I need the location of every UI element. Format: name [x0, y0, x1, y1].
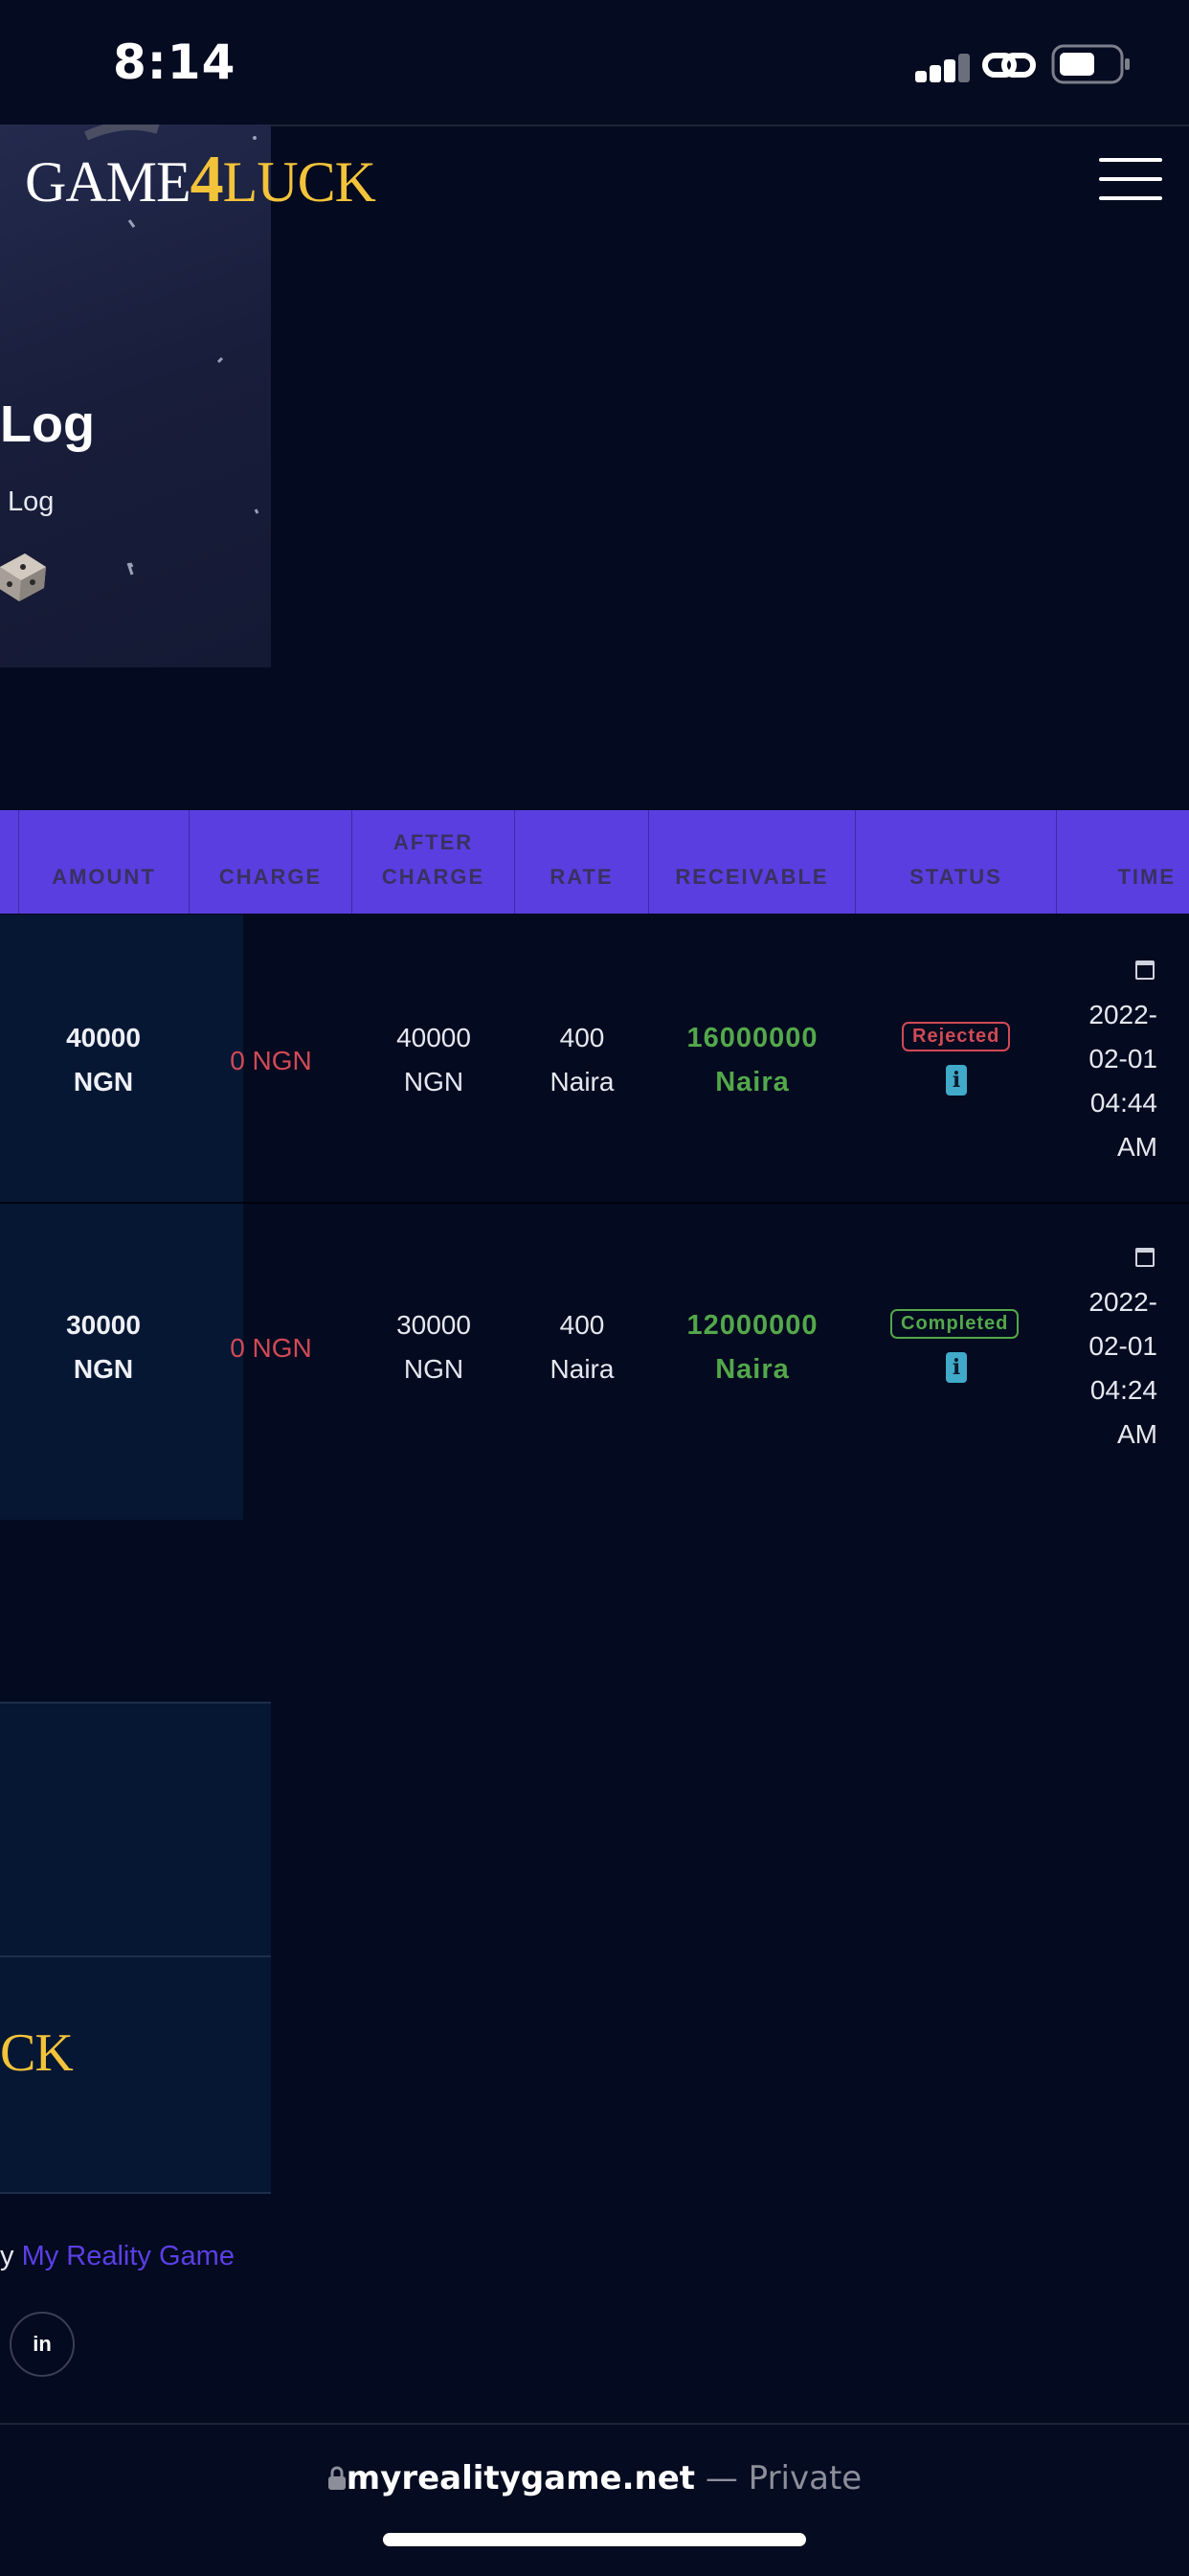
info-icon[interactable]: i: [946, 1065, 967, 1096]
column-header-charge: CHARGE: [190, 810, 352, 914]
site-logo[interactable]: GAME4LUCK: [25, 142, 376, 218]
cell-rate: 400 Naira: [550, 1023, 615, 1096]
breadcrumb: Log: [8, 486, 55, 517]
linkedin-icon[interactable]: in: [10, 2312, 75, 2377]
cell-time: 2022-02-01 04:44 AM: [1088, 1000, 1157, 1162]
footer-credit: y My Reality Game: [0, 2241, 235, 2272]
credit-link[interactable]: My Reality Game: [22, 2241, 235, 2271]
status-time: 8:14: [113, 34, 236, 90]
cell-after-charge: 40000 NGN: [396, 1023, 471, 1096]
cell-charge: 0 NGN: [230, 1333, 312, 1363]
url-domain: myrealitygame.net: [346, 2459, 696, 2497]
status-badge: Completed: [890, 1309, 1020, 1339]
column-header-status: STATUS: [856, 810, 1057, 914]
calendar-icon: [1135, 1248, 1155, 1267]
signal-icon: [915, 54, 971, 82]
column-header-receivable: RECEIVABLE: [649, 810, 856, 914]
footer-panel: [0, 1702, 271, 1957]
home-indicator[interactable]: [383, 2533, 806, 2546]
info-icon[interactable]: i: [946, 1352, 967, 1383]
column-header-hidden: [0, 810, 19, 914]
cell-rate: 400 Naira: [550, 1310, 615, 1384]
credit-prefix: y: [0, 2241, 14, 2271]
calendar-icon: [1135, 960, 1155, 980]
battery-icon: [1051, 44, 1130, 84]
cell-amount: 30000 NGN: [66, 1310, 141, 1384]
status-badge: Rejected: [902, 1022, 1011, 1051]
lock-icon: [327, 2466, 346, 2490]
dice-icon: [0, 554, 46, 601]
column-header-after-charge: AFTER CHARGE: [352, 810, 515, 914]
table-row: 30000 NGN 0 NGN 30000 NGN 400 Naira 1200…: [0, 1204, 1189, 1520]
table-header: AMOUNT CHARGE AFTER CHARGE RATE RECEIVAB…: [0, 810, 1189, 914]
url-private-label: — Private: [695, 2459, 863, 2497]
personal-hotspot-icon: [982, 53, 1036, 78]
column-header-amount: AMOUNT: [19, 810, 190, 914]
footer-logo[interactable]: CK: [0, 2022, 74, 2084]
cell-amount: 40000 NGN: [66, 1023, 141, 1096]
column-header-rate: RATE: [515, 810, 649, 914]
page-title: Log: [0, 395, 95, 453]
cell-receivable: 12000000 Naira: [686, 1310, 819, 1385]
logo-part-luck: LUCK: [222, 150, 376, 214]
cell-receivable: 16000000 Naira: [686, 1023, 819, 1097]
column-header-time: TIME: [1117, 865, 1176, 889]
browser-address-bar[interactable]: [0, 2423, 1189, 2576]
cell-after-charge: 30000 NGN: [396, 1310, 471, 1384]
logo-part-4: 4: [190, 143, 224, 216]
url-display[interactable]: myrealitygame.net — Private: [0, 2459, 1189, 2497]
cell-time: 2022-02-01 04:24 AM: [1088, 1287, 1157, 1449]
table-row: 40000 NGN 0 NGN 40000 NGN 400 Naira 1600…: [0, 915, 1189, 1202]
cell-charge: 0 NGN: [230, 1046, 312, 1075]
logo-part-game: GAME: [25, 150, 191, 214]
hamburger-icon[interactable]: [1099, 158, 1162, 200]
